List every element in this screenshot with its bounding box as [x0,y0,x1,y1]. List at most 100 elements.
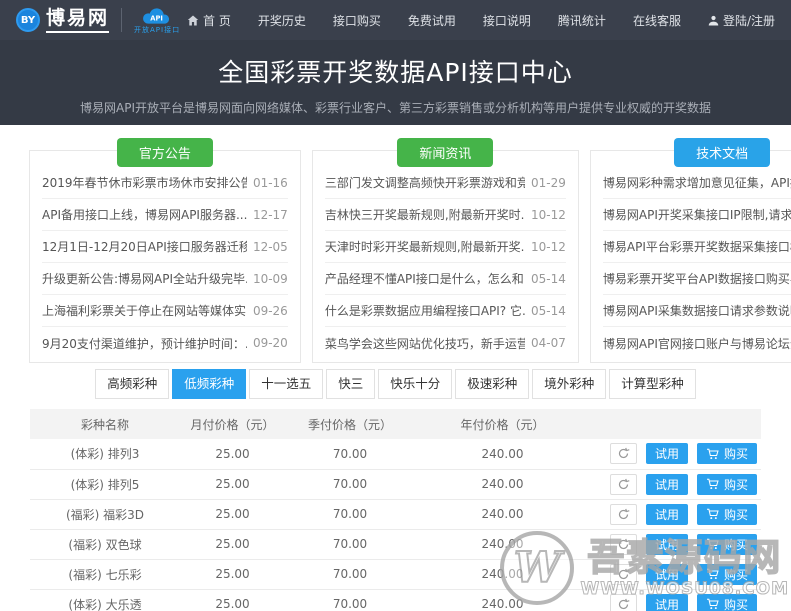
list-item-date: 04-07 [531,336,566,350]
list-item[interactable]: 博易网API采集数据接口请求参数说明...05-06 [603,295,791,327]
board-news: 新闻资讯三部门发文调整高频快开彩票游戏和竞...01-29吉林快三开奖最新规则,… [312,150,579,363]
list-item[interactable]: 博易网彩种需求增加意见征集，API接...05-16 [603,167,791,199]
actions-cell-wrap: 试用购买 [590,559,761,589]
table-header-4 [590,409,761,439]
refresh-button[interactable] [610,474,637,495]
hero-subtitle: 博易网API开放平台是博易网面向网络媒体、彩票行业客户、第三方彩票销售或分析机构… [0,99,791,116]
trial-button[interactable]: 试用 [646,564,688,585]
monthly-price-cell: 25.00 [180,499,285,529]
table-header-1: 月付价格（元） [180,409,285,439]
nav-item-api-docs[interactable]: 接口说明 [483,12,531,29]
nav-item-online-service[interactable]: 在线客服 [633,12,681,29]
board-title-tech-docs[interactable]: 技术文档 [674,138,770,167]
trial-button[interactable]: 试用 [646,443,688,464]
actions-cell-wrap: 试用购买 [590,469,761,499]
trial-button[interactable]: 试用 [646,504,688,525]
list-item[interactable]: 天津时时彩开奖最新规则,附最新开奖...10-12 [325,231,566,263]
list-item-date: 09-26 [253,304,288,318]
tab-high-freq[interactable]: 高频彩种 [95,369,169,399]
table-header-row: 彩种名称月付价格（元）季付价格（元）年付价格（元） [30,409,761,439]
nav-item-history[interactable]: 开奖历史 [258,12,306,29]
refresh-button[interactable] [610,594,637,611]
monthly-price-cell: 25.00 [180,439,285,469]
refresh-button[interactable] [610,504,637,525]
list-item[interactable]: 2019年春节休市彩票市场休市安排公告01-16 [42,167,288,199]
buy-button[interactable]: 购买 [697,534,757,555]
list-item-text: 上海福利彩票关于停止在网站等媒体实... [42,302,247,319]
nav-item-label: 开奖历史 [258,12,306,29]
list-item[interactable]: 三部门发文调整高频快开彩票游戏和竞...01-29 [325,167,566,199]
cart-icon [706,478,720,490]
list-item[interactable]: 博易网API开奖采集接口IP限制,请求频...05-13 [603,199,791,231]
tab-computed[interactable]: 计算型彩种 [609,369,696,399]
trial-button[interactable]: 试用 [646,534,688,555]
list-item-date: 12-17 [253,208,288,222]
yearly-price-cell: 240.00 [415,469,590,499]
trial-button[interactable]: 试用 [646,474,688,495]
tab-overseas[interactable]: 境外彩种 [532,369,606,399]
row-actions: 试用购买 [590,564,761,585]
top-navbar: BY 博易网 API 开放API接口 首 页 开奖历史 接口购买 免费试用 接口说明 腾讯… [0,0,791,40]
list-item[interactable]: 博易API平台彩票开奖数据采集接口概述05-11 [603,231,791,263]
quarterly-price-cell: 70.00 [285,469,415,499]
nav-item-login[interactable]: 登陆/注册 [708,12,775,29]
list-item[interactable]: 菜鸟学会这些网站优化技巧，新手运营...04-07 [325,327,566,359]
list-item[interactable]: 吉林快三开奖最新规则,附最新开奖时...10-12 [325,199,566,231]
refresh-icon [617,478,630,491]
buy-button[interactable]: 购买 [697,594,757,611]
list-item[interactable]: 升级更新公告:博易网API全站升级完毕...10-09 [42,263,288,295]
list-item-text: 2019年春节休市彩票市场休市安排公告 [42,174,247,191]
site-logo[interactable]: BY 博易网 API 开放API接口 [16,7,180,34]
nav-item-free-trial[interactable]: 免费试用 [408,12,456,29]
refresh-button[interactable] [610,443,637,464]
list-item-text: 博易网彩种需求增加意见征集，API接... [603,174,791,191]
api-cloud-badge: API 开放API接口 [134,7,180,34]
list-item-text: 12月1日-12月20日API接口服务器迁移... [42,238,247,255]
nav-item-buy[interactable]: 接口购买 [333,12,381,29]
actions-cell-wrap: 试用 购买 [590,529,761,559]
tab-k3[interactable]: 快三 [326,369,375,399]
list-item[interactable]: 9月20支付渠道维护，预计维护时间：...09-20 [42,327,288,359]
buy-button[interactable]: 购买 [697,504,757,525]
monthly-price-cell: 25.00 [180,559,285,589]
row-actions: 试用购买 [590,443,761,464]
list-item[interactable]: 产品经理不懂API接口是什么，怎么和...05-14 [325,263,566,295]
list-item[interactable]: 上海福利彩票关于停止在网站等媒体实... 09-26 [42,295,288,327]
table-row: (体彩) 排列325.0070.00240.00试用购买 [30,439,761,469]
buy-button[interactable]: 购买 [697,443,757,464]
buy-button[interactable]: 购买 [697,474,757,495]
buy-button[interactable]: 购买 [697,564,757,585]
tab-klsf[interactable]: 快乐十分 [378,369,452,399]
lottery-name-cell: (福彩) 双色球 [30,529,180,559]
list-item[interactable]: 博易网API官网接口账户与博易论坛分...05-05 [603,327,791,359]
buy-button-label: 购买 [724,536,748,553]
cart-icon [706,568,720,580]
quarterly-price-cell: 70.00 [285,439,415,469]
quarterly-price-cell: 70.00 [285,529,415,559]
tab-11x5[interactable]: 十一选五 [249,369,323,399]
board-title-official-notice[interactable]: 官方公告 [117,138,213,167]
nav-item-tencent-stats[interactable]: 腾讯统计 [558,12,606,29]
list-item[interactable]: API备用接口上线，博易网API服务器...12-17 [42,199,288,231]
list-item[interactable]: 博易彩票开奖平台API数据接口购买与...05-07 [603,263,791,295]
yearly-price-cell: 240.00 [415,499,590,529]
lottery-name-cell: (福彩) 福彩3D [30,499,180,529]
nav-item-home[interactable]: 首 页 [187,12,231,29]
refresh-button[interactable] [610,534,637,555]
refresh-icon [617,598,630,611]
buy-button-label: 购买 [724,596,748,611]
tab-low-freq[interactable]: 低频彩种 [172,369,246,399]
nav-item-label: 登陆/注册 [723,12,775,29]
board-title-news[interactable]: 新闻资讯 [397,138,493,167]
refresh-icon [617,447,630,460]
list-item[interactable]: 什么是彩票数据应用编程接口API? 它...05-14 [325,295,566,327]
trial-button[interactable]: 试用 [646,594,688,611]
list-item[interactable]: 12月1日-12月20日API接口服务器迁移...12-05 [42,231,288,263]
table-header-0: 彩种名称 [30,409,180,439]
nav-item-label: 首 页 [203,12,231,29]
tab-speed[interactable]: 极速彩种 [455,369,529,399]
cart-icon [706,538,720,550]
refresh-button[interactable] [610,564,637,585]
table-row: (福彩) 福彩3D25.0070.00240.00试用购买 [30,499,761,529]
main-nav: 首 页 开奖历史 接口购买 免费试用 接口说明 腾讯统计 在线客服 登陆/注册 [187,12,775,29]
